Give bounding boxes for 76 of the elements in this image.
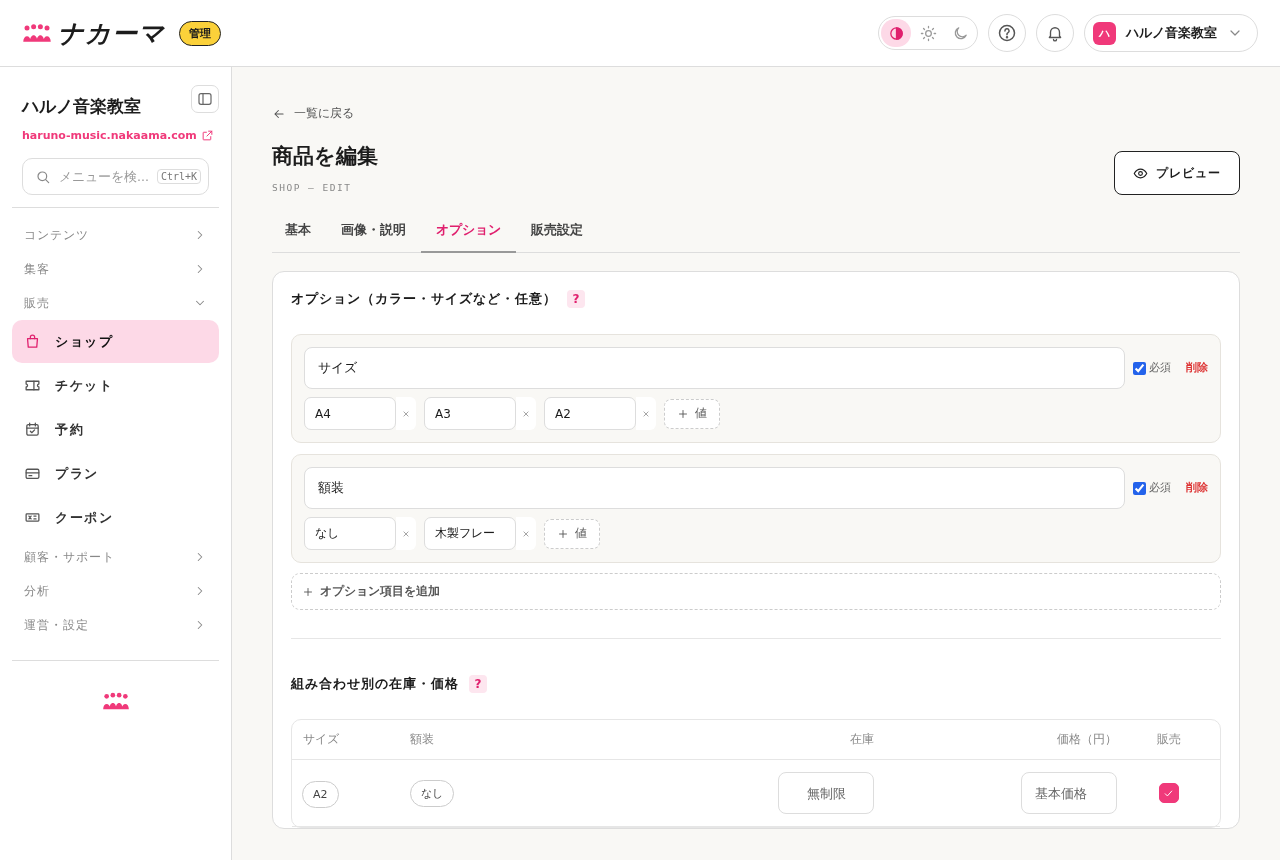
value-field[interactable]: A2	[544, 397, 636, 430]
nav-item[interactable]: プラン	[12, 452, 219, 495]
nav-item[interactable]: チケット	[12, 364, 219, 407]
add-value-button[interactable]: 値	[544, 518, 600, 549]
option-name-field[interactable]: 額装	[304, 467, 1125, 509]
close-icon	[401, 528, 411, 539]
nav-group[interactable]: 販売	[12, 286, 219, 320]
close-icon	[521, 408, 531, 419]
required-checkbox[interactable]	[1133, 361, 1146, 375]
admin-badge: 管理	[179, 20, 221, 46]
add-value-button[interactable]: 値	[664, 398, 720, 429]
page-subtitle: SHOP — EDIT	[272, 182, 353, 193]
help-button[interactable]: ?	[567, 290, 585, 308]
sidebar-icon	[197, 91, 213, 107]
option-name-field[interactable]: サイズ	[304, 347, 1125, 389]
delete-button[interactable]: 削除	[1186, 481, 1208, 495]
value-field[interactable]: なし	[304, 517, 396, 550]
required-checkbox[interactable]	[1133, 481, 1146, 495]
required-label: 必須	[1149, 481, 1171, 495]
nav-group[interactable]: 運営・設定	[12, 608, 219, 642]
nav-item[interactable]: 予約	[12, 408, 219, 451]
sun-icon	[919, 24, 937, 42]
stock-field[interactable]: 無制限	[778, 772, 874, 814]
nav-group[interactable]: 集客	[12, 252, 219, 286]
search-input[interactable]: メニューを検...	[57, 168, 151, 185]
column-header: 価格（円）	[1056, 731, 1117, 748]
shopping-bag-icon	[24, 333, 41, 350]
add-option-button[interactable]: オプション項目を追加	[291, 573, 1221, 610]
site-link[interactable]: haruno-music.nakaama.com	[22, 129, 197, 142]
contrast-icon	[887, 24, 905, 42]
help-button[interactable]: ?	[469, 675, 487, 693]
tab[interactable]: オプション	[421, 209, 516, 253]
value-field[interactable]: 木製フレー	[424, 517, 516, 550]
required-label: 必須	[1149, 361, 1171, 375]
preview-button[interactable]: プレビュー	[1114, 151, 1240, 195]
nav-item[interactable]: ショップ	[12, 320, 219, 363]
sidebar-toggle-button[interactable]	[191, 85, 219, 113]
page-title: 商品を編集	[272, 143, 378, 170]
close-icon	[521, 528, 531, 539]
section-title: オプション（カラー・サイズなど・任意）	[291, 290, 557, 308]
sale-checkbox[interactable]	[1158, 783, 1179, 803]
search-icon	[35, 168, 51, 185]
value-field[interactable]: A3	[424, 397, 516, 430]
tab[interactable]: 画像・説明	[326, 209, 421, 253]
nav-item[interactable]: クーポン	[12, 496, 219, 539]
external-link-icon	[200, 129, 214, 142]
tab[interactable]: 販売設定	[516, 209, 598, 253]
section-title: 組み合わせ別の在庫・価格	[291, 675, 459, 693]
eye-icon	[1133, 165, 1148, 181]
nav-group[interactable]: 顧客・サポート	[12, 540, 219, 574]
plus-icon	[557, 527, 569, 540]
back-link[interactable]: 一覧に戻る	[272, 105, 1240, 122]
search-field[interactable]: メニューを検... Ctrl+K	[22, 158, 209, 195]
close-icon	[641, 408, 651, 419]
contrast-mode-button[interactable]	[881, 19, 911, 47]
column-header: 額装	[410, 731, 435, 748]
plus-icon	[302, 585, 314, 598]
nav-group[interactable]: 分析	[12, 574, 219, 608]
logo-text: ナカーマ	[58, 17, 165, 50]
account-name: ハルノ音楽教室	[1126, 24, 1217, 42]
calendar-icon	[24, 421, 41, 438]
column-header: 在庫	[849, 731, 874, 748]
price-field[interactable]: 基本価格	[1021, 772, 1117, 814]
column-header: サイズ	[302, 731, 340, 748]
plus-icon	[677, 407, 689, 420]
bell-icon	[1046, 24, 1064, 42]
tab[interactable]: 基本	[272, 209, 326, 253]
account-avatar: ハ	[1093, 21, 1116, 45]
nav-group[interactable]: コンテンツ	[12, 218, 219, 252]
close-icon	[401, 408, 411, 419]
shortcut-hint: Ctrl+K	[156, 169, 201, 184]
help-icon	[997, 23, 1017, 43]
site-title: ハルノ音楽教室	[22, 95, 141, 118]
column-header: 販売	[1155, 731, 1182, 748]
delete-button[interactable]: 削除	[1186, 361, 1208, 375]
value-field[interactable]: A4	[304, 397, 396, 430]
